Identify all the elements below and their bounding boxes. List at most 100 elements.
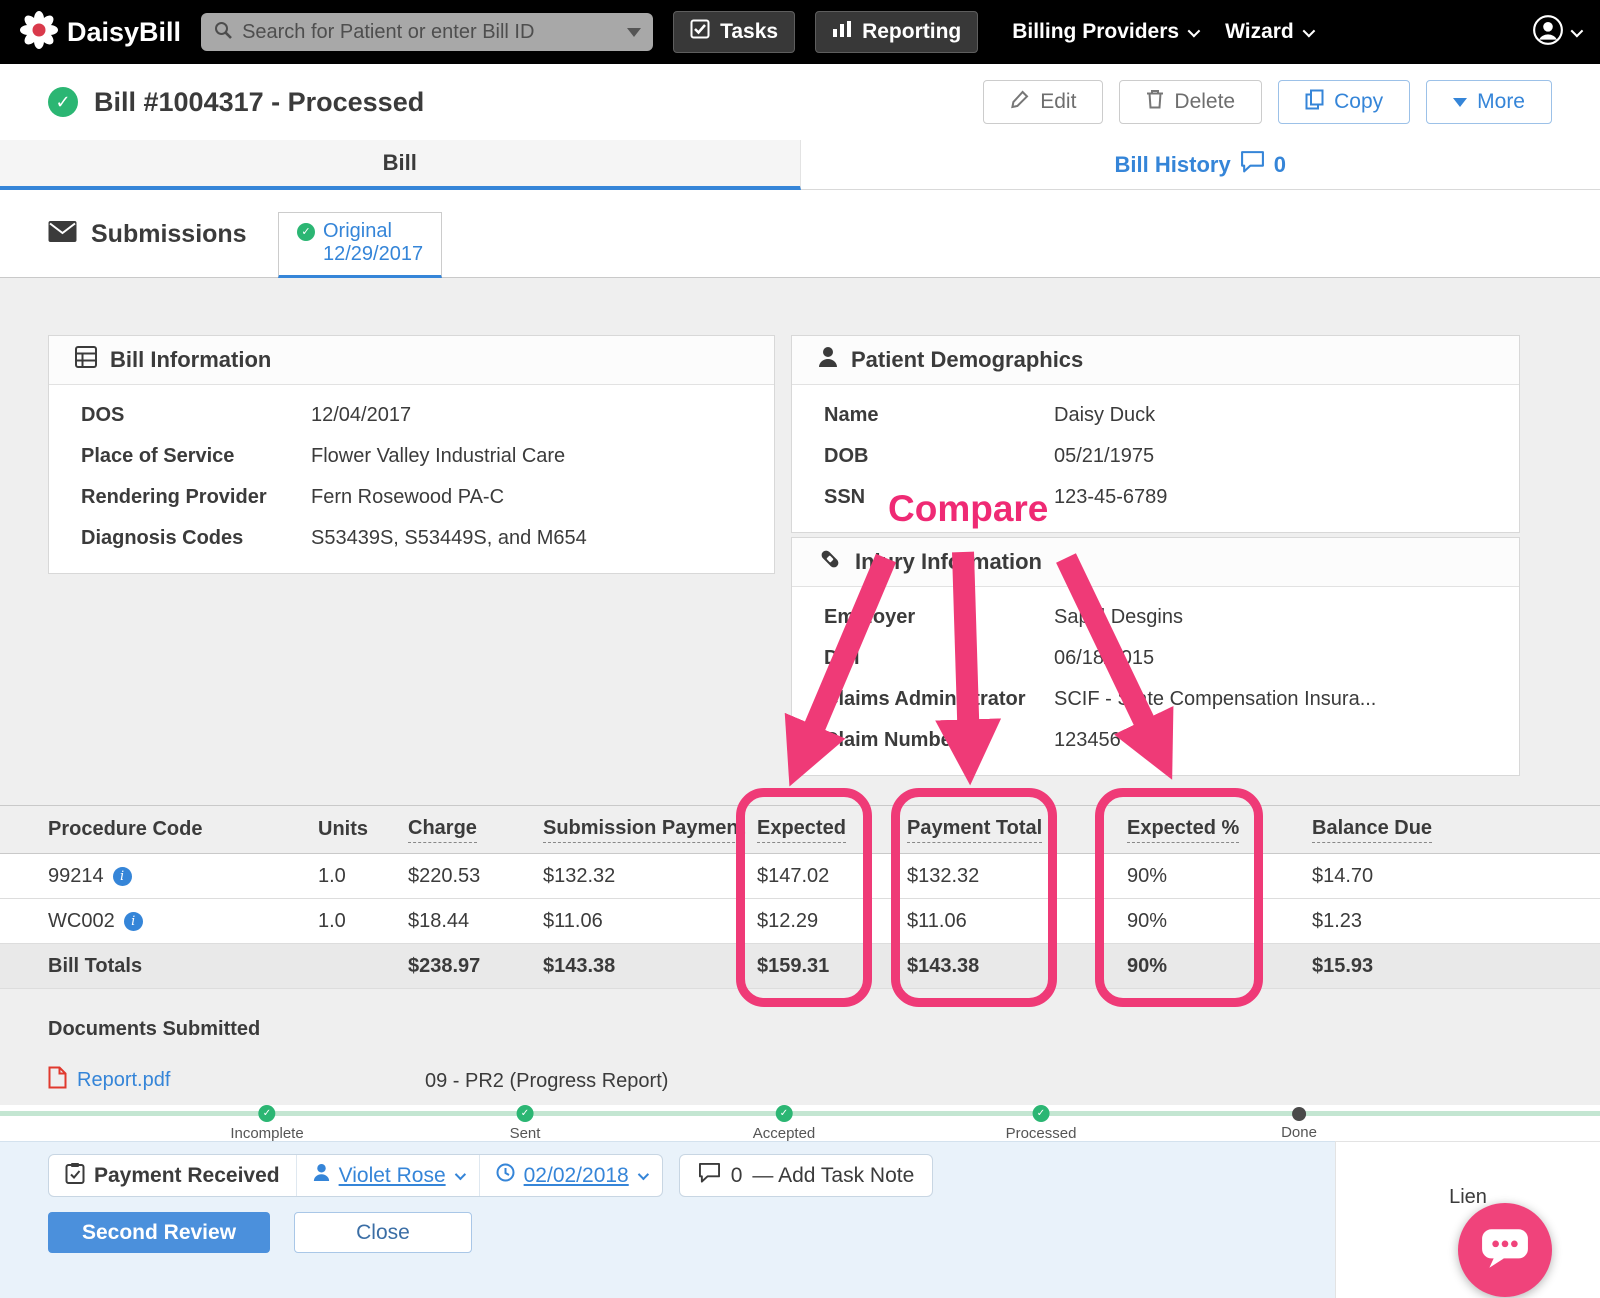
submissions-bar: Submissions ✓ Original 12/29/2017 xyxy=(0,190,1600,278)
delete-button[interactable]: Delete xyxy=(1119,80,1263,124)
triangle-down-icon xyxy=(1453,97,1468,107)
document-row: Report.pdf xyxy=(48,1066,170,1095)
page-title: Bill #1004317 - Processed xyxy=(94,86,425,117)
reporting-button[interactable]: Reporting xyxy=(815,11,979,53)
progress-step-sent: ✓ Sent xyxy=(510,1105,540,1142)
clock-icon xyxy=(496,1163,515,1188)
info-row: Claims Administrator SCIF - State Compens… xyxy=(824,688,1377,710)
copy-icon xyxy=(1305,89,1324,116)
tasks-checkbox-icon xyxy=(690,19,710,45)
bill-footer: ✓ Incomplete ✓ Sent ✓ Accepted ✓ Process… xyxy=(0,1105,1600,1298)
highlight-ring-expected xyxy=(736,788,872,1007)
highlight-ring-expected-pct xyxy=(1095,788,1263,1007)
add-task-note-button[interactable]: 0 — Add Task Note xyxy=(678,1154,934,1197)
wizard-menu[interactable]: Wizard xyxy=(1225,20,1316,44)
top-navigation-bar: DaisyBill Tasks Reporting Billing Provid… xyxy=(0,0,1600,64)
col-procedure-code: Procedure Code xyxy=(48,818,203,840)
billing-providers-menu[interactable]: Billing Providers xyxy=(1012,20,1201,44)
tab-bill[interactable]: Bill xyxy=(0,140,801,190)
progress-step-processed: ✓ Processed xyxy=(1006,1105,1076,1142)
assignee-dropdown[interactable]: Violet Rose xyxy=(295,1155,479,1196)
info-row: Claim Number 123456 xyxy=(824,729,1121,751)
tab-original-submission[interactable]: ✓ Original 12/29/2017 xyxy=(278,212,443,278)
step-pending-icon xyxy=(1291,1107,1306,1121)
close-button[interactable]: Close xyxy=(294,1212,472,1253)
chevron-down-icon xyxy=(1187,24,1201,37)
ledger-icon xyxy=(75,346,97,374)
col-units: Units xyxy=(318,818,368,840)
progress-step-done: Done xyxy=(1281,1105,1317,1141)
daisybill-logo[interactable]: DaisyBill xyxy=(20,10,182,54)
search-dropdown-caret-icon[interactable] xyxy=(627,27,642,37)
panel-title: Patient Demographics xyxy=(851,347,1084,372)
info-row: DOB 05/21/1975 xyxy=(824,445,1155,467)
brand-name: DaisyBill xyxy=(67,16,182,47)
check-icon: ✓ xyxy=(297,222,315,241)
main-tabs: Bill Bill History 0 xyxy=(0,140,1600,190)
chevron-down-icon xyxy=(454,1168,466,1180)
trash-icon xyxy=(1146,89,1164,115)
injury-information-panel: Injury Information Employer Sapid Desgins… xyxy=(791,537,1520,776)
col-charge: Charge xyxy=(408,817,543,843)
bill-information-panel: Bill Information DOS 12/04/2017 Place of … xyxy=(48,335,775,574)
info-row: Employer Sapid Desgins xyxy=(824,606,1183,628)
chevron-down-icon xyxy=(1570,24,1584,37)
more-button[interactable]: More xyxy=(1426,80,1552,124)
tab-bill-history[interactable]: Bill History 0 xyxy=(800,140,1600,190)
chat-bubble-icon xyxy=(1480,1225,1530,1276)
bill-progress-tracker: ✓ Incomplete ✓ Sent ✓ Accepted ✓ Process… xyxy=(0,1105,1600,1142)
person-icon xyxy=(818,346,838,374)
document-type: 09 - PR2 (Progress Report) xyxy=(425,1070,669,1092)
search-icon xyxy=(213,20,233,45)
step-check-icon: ✓ xyxy=(1032,1105,1050,1122)
comment-bubble-icon xyxy=(1240,150,1265,179)
processed-check-icon: ✓ xyxy=(48,87,78,117)
progress-step-accepted: ✓ Accepted xyxy=(753,1105,815,1142)
highlight-ring-payment-total xyxy=(891,788,1057,1007)
info-icon[interactable]: i xyxy=(112,866,132,886)
search-input[interactable] xyxy=(242,20,619,44)
step-check-icon: ✓ xyxy=(258,1105,276,1122)
account-menu[interactable] xyxy=(1532,14,1584,51)
step-check-icon: ✓ xyxy=(516,1105,534,1122)
second-review-button[interactable]: Second Review xyxy=(48,1212,270,1253)
info-row: Name Daisy Duck xyxy=(824,404,1156,426)
payment-received-label: Payment Received xyxy=(49,1155,296,1196)
info-row: DOI 06/18/2015 xyxy=(824,647,1155,669)
submissions-heading[interactable]: Submissions xyxy=(48,220,247,249)
panel-title: Injury Information xyxy=(855,549,1042,574)
info-row: DOS 12/04/2017 xyxy=(81,404,412,426)
bar-chart-icon xyxy=(832,20,852,44)
daisy-flower-icon xyxy=(20,10,58,54)
copy-button[interactable]: Copy xyxy=(1278,80,1411,124)
info-row: Diagnosis Codes S53439S, S53449S, and M65… xyxy=(81,527,587,549)
col-balance-due: Balance Due xyxy=(1312,817,1552,843)
info-icon[interactable]: i xyxy=(123,911,143,931)
due-date-dropdown[interactable]: 02/02/2018 xyxy=(478,1155,662,1196)
global-search[interactable] xyxy=(201,13,654,51)
compare-annotation: Compare xyxy=(888,488,1049,529)
edit-button[interactable]: Edit xyxy=(983,80,1104,124)
pdf-file-icon xyxy=(48,1066,67,1095)
bill-actions: Edit Delete Copy More xyxy=(983,80,1552,124)
info-row: Place of Service Flower Valley Industrial… xyxy=(81,445,566,467)
chevron-down-icon xyxy=(1302,24,1316,37)
support-chat-button[interactable] xyxy=(1458,1203,1552,1297)
bandage-icon xyxy=(818,547,842,577)
step-check-icon: ✓ xyxy=(775,1105,793,1122)
comment-bubble-icon xyxy=(698,1162,721,1189)
bill-header: ✓ Bill #1004317 - Processed Edit Delete … xyxy=(0,64,1600,140)
task-panel: Payment Received Violet Rose 02/02/2018 xyxy=(0,1141,1335,1298)
tasks-button[interactable]: Tasks xyxy=(673,11,796,53)
envelope-icon xyxy=(48,220,77,249)
task-control-group: Payment Received Violet Rose 02/02/2018 xyxy=(48,1154,663,1197)
info-row: Rendering Provider Fern Rosewood PA-C xyxy=(81,486,505,508)
chevron-down-icon xyxy=(637,1168,649,1180)
user-avatar-icon xyxy=(1532,14,1564,51)
panel-title: Bill Information xyxy=(110,347,272,372)
document-link[interactable]: Report.pdf xyxy=(77,1069,170,1092)
documents-submitted-heading: Documents Submitted xyxy=(48,1018,261,1040)
lien-label: Lien xyxy=(1449,1186,1487,1208)
pencil-icon xyxy=(1010,89,1030,115)
col-submission-payment: Submission Payment xyxy=(543,817,757,843)
